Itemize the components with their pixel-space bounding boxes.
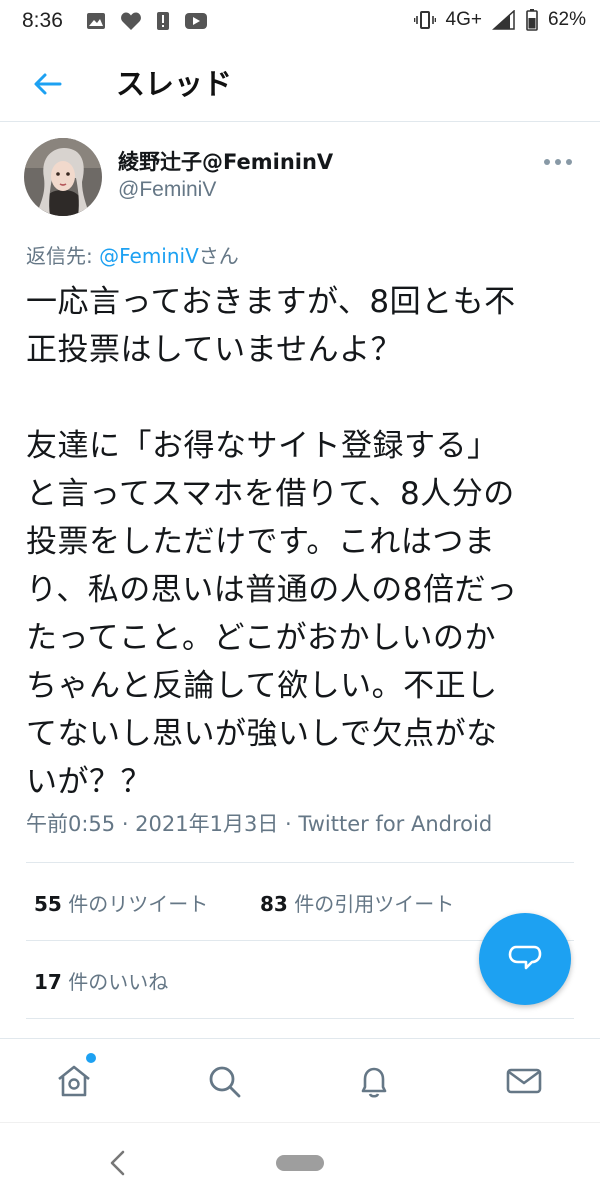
avatar[interactable] [24,138,102,216]
author-handle[interactable]: @FeminiV [118,178,216,202]
chevron-left-icon [110,1150,125,1176]
home-notification-dot [86,1053,96,1063]
nav-home[interactable] [54,1061,94,1101]
system-nav-bar [0,1122,600,1200]
retweets-stat[interactable]: 55 件のリツイート [34,888,208,917]
battery-level: 62% [547,9,586,30]
bottom-nav [0,1038,600,1122]
reply-suffix: さん [198,244,239,268]
more-options-button[interactable] [542,154,574,168]
reply-prefix: 返信先: [26,244,100,268]
search-icon [209,1066,241,1098]
likes-label: 件のいいね [61,970,169,994]
home-icon [58,1065,90,1097]
retweets-label: 件のリツイート [61,892,209,916]
page-title: スレッド [116,67,233,101]
quotes-label: 件の引用ツイート [287,892,455,916]
author-name[interactable]: 綾野辻子@FemininV [118,146,333,176]
alert-icon [157,12,169,30]
more-dots-icon [544,159,572,165]
gallery-icon [87,13,105,29]
divider [26,862,574,863]
status-time: 8:36 [22,9,63,32]
arrow-left-icon [34,73,62,95]
notifications-icon [361,1067,387,1098]
status-bar: 8:36 4G+ 62% [0,0,600,44]
thread-header: スレッド [0,44,600,122]
nav-messages[interactable] [504,1061,544,1101]
reply-fab-button[interactable] [479,913,571,1005]
divider [26,1018,574,1019]
nav-notifications[interactable] [354,1061,394,1101]
compose-reply-icon [508,945,542,970]
back-button[interactable] [30,66,66,102]
tweet-text: 一応言っておきますが、8回とも不 正投票はしていませんよ？ 友達に「お得なサイト… [26,284,518,800]
quotes-count: 83 [260,892,288,916]
signal-icon [492,10,515,30]
network-type: 4G+ [445,9,482,30]
reply-mention-link[interactable]: @FeminiV [99,244,199,268]
likes-stat[interactable]: 17 件のいいね [34,966,168,995]
heart-icon [121,12,141,30]
nav-search[interactable] [204,1061,244,1101]
retweets-count: 55 [34,892,62,916]
quotes-stat[interactable]: 83 件の引用ツイート [260,888,454,917]
messages-icon [506,1068,542,1094]
status-system-icons: 4G+ 62% [413,9,586,31]
reply-to-line: 返信先: @FeminiVさん [26,240,239,269]
likes-count: 17 [34,970,62,994]
system-home-button[interactable] [276,1155,324,1171]
tweet-timestamp[interactable]: 午前0:55 · 2021年1月3日 · Twitter for Android [26,808,492,838]
status-notification-icons [86,11,208,31]
system-back-button[interactable] [106,1149,130,1181]
youtube-icon [185,13,207,29]
vibrate-icon [413,11,436,29]
tweet-author: 綾野辻子@FemininV @FeminiV [0,122,600,232]
battery-icon [526,9,538,31]
